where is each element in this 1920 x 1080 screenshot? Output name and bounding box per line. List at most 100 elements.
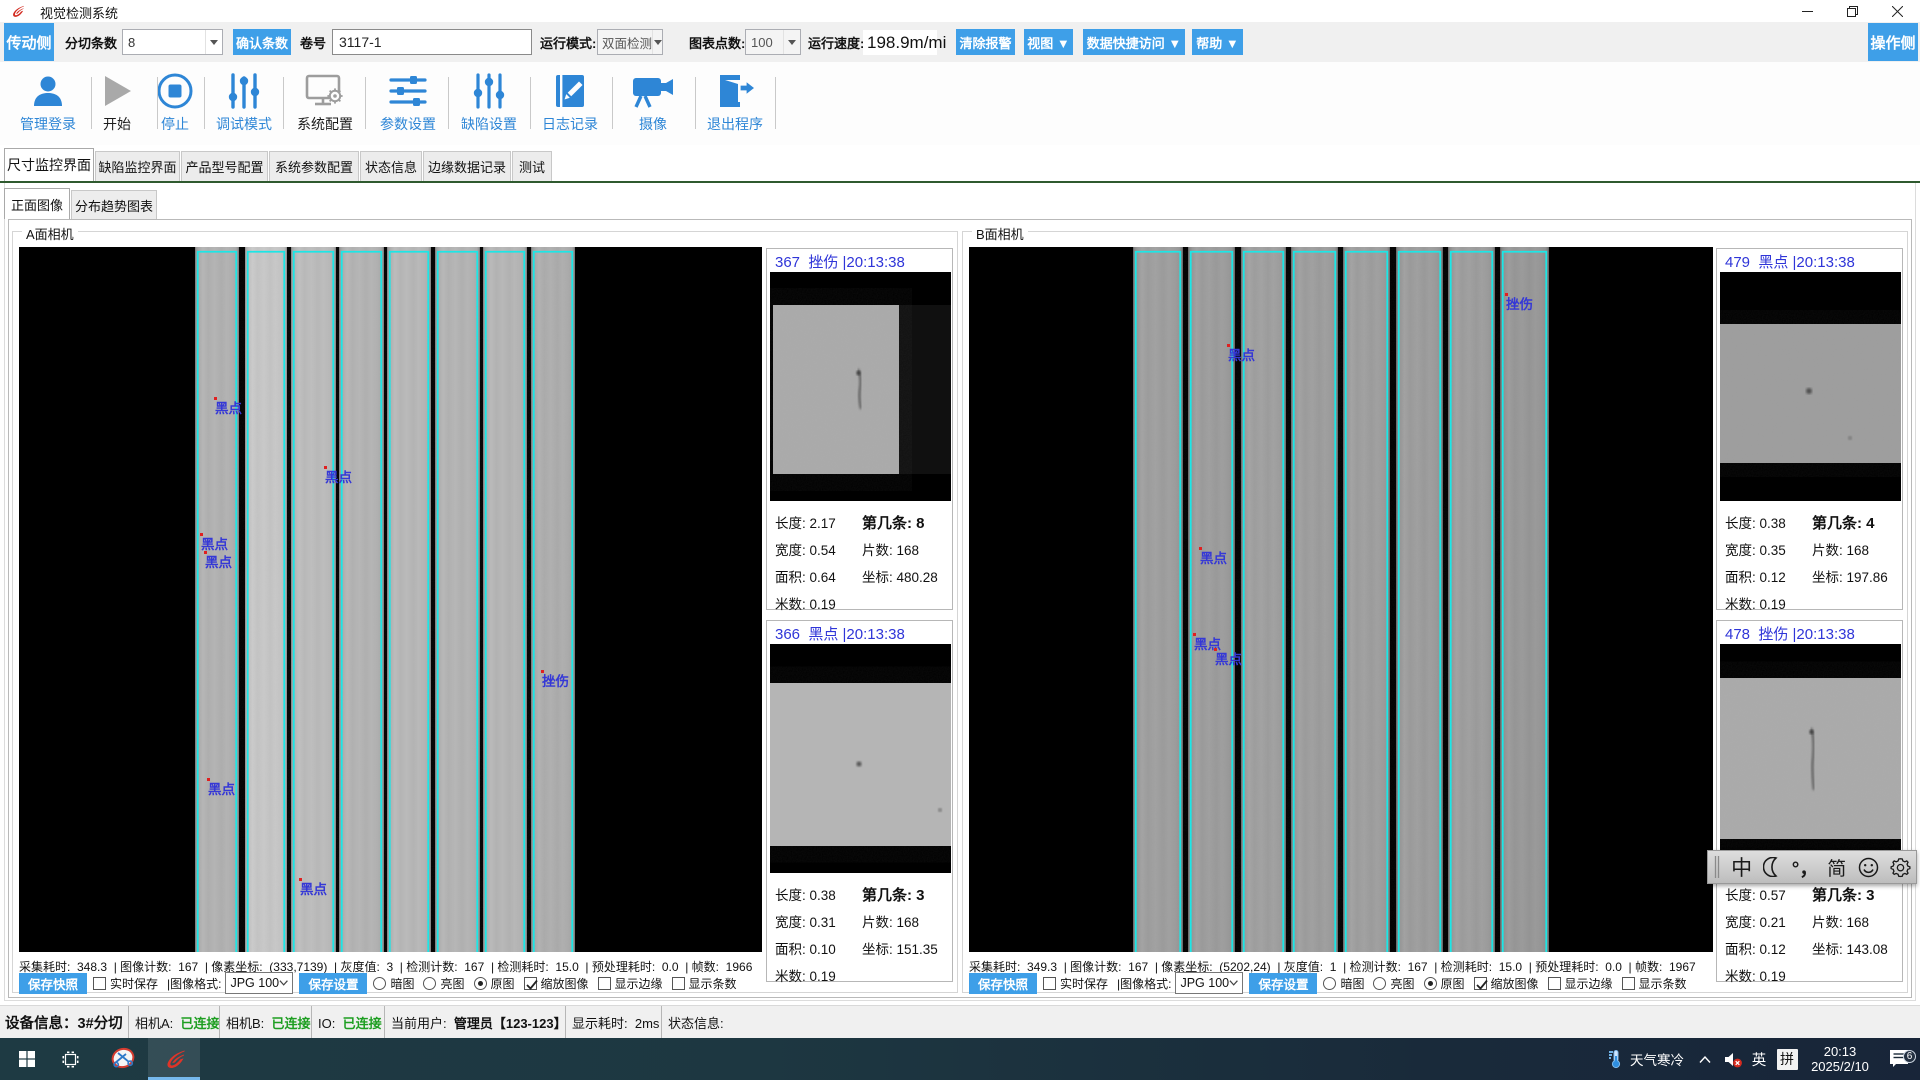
radio-0[interactable] [373, 977, 386, 990]
volume-muted-icon[interactable] [1720, 1051, 1746, 1068]
chart-points-value: 100 [746, 35, 783, 50]
main-tab-5[interactable]: 状态信息 [360, 151, 422, 181]
tray-expand-icon[interactable] [1690, 1056, 1720, 1063]
chevron-down-icon [205, 30, 222, 54]
restore-button[interactable] [1830, 0, 1875, 22]
image-format-select[interactable]: JPG 100 [1175, 972, 1243, 994]
debug-mode-icon [225, 70, 263, 112]
roll-number-input[interactable] [332, 29, 532, 55]
clock[interactable]: 20:132025/2/10 [1802, 1044, 1878, 1074]
main-tab-4[interactable]: 系统参数配置 [269, 151, 359, 181]
param-settings-icon [388, 70, 428, 112]
save-snapshot-button[interactable]: 保存快照 [969, 973, 1037, 994]
notification-center-icon[interactable]: 6 [1878, 1049, 1920, 1069]
stat-r2: 坐标: 480.28 [862, 566, 938, 586]
action-log-record[interactable]: 日志记录 [525, 70, 615, 134]
realtime-save-checkbox[interactable] [1043, 977, 1056, 990]
checkbox-1[interactable] [1548, 977, 1561, 990]
action-label: 开始 [103, 114, 131, 134]
main-tab-3[interactable]: 产品型号配置 [181, 151, 268, 181]
radio-1[interactable] [423, 977, 436, 990]
radio-2[interactable] [1424, 977, 1437, 990]
toolbar-separator [448, 77, 449, 129]
stat-0: 长度: 0.57 [1725, 884, 1786, 904]
run-mode-select[interactable]: 双面检测 [597, 29, 663, 55]
stat-r1: 片数: 168 [862, 911, 919, 931]
help-menu-button[interactable]: 帮助 ▼ [1192, 29, 1243, 55]
ime-chinese-mode[interactable]: 中 [1726, 851, 1758, 883]
checkbox-2[interactable] [672, 977, 685, 990]
action-param-settings[interactable]: 参数设置 [363, 70, 453, 134]
checkbox-2[interactable] [1622, 977, 1635, 990]
action-exit-program[interactable]: 退出程序 [690, 70, 780, 134]
ime-drag-handle[interactable] [1708, 851, 1726, 883]
ime-emoji-icon[interactable] [1853, 851, 1885, 883]
action-capture[interactable]: 摄像 [608, 70, 698, 134]
slit-count-select[interactable]: 8 [122, 29, 223, 55]
action-debug-mode[interactable]: 调试模式 [199, 70, 289, 134]
svg-text:挫伤: 挫伤 [1506, 296, 1533, 312]
defect-card[interactable]: 366 黑点 |20:13:38长度: 0.38宽度: 0.31面积: 0.10… [766, 620, 953, 982]
top-toolbar: 传动侧 分切条数 8 确认条数 卷号 运行模式: 双面检测 图表点数: 100 … [0, 22, 1920, 62]
weather-icon[interactable] [1602, 1049, 1628, 1069]
action-label: 调试模式 [216, 114, 272, 134]
operate-side-button[interactable]: 操作侧 [1868, 23, 1918, 61]
defect-card[interactable]: 479 黑点 |20:13:38长度: 0.38宽度: 0.35面积: 0.12… [1716, 248, 1903, 610]
action-label: 停止 [161, 114, 189, 134]
view-menu-button[interactable]: 视图 ▼ [1024, 29, 1073, 55]
start-button[interactable] [10, 1038, 44, 1080]
main-tab-7[interactable]: 测试 [512, 151, 552, 181]
ime-punctuation-mode[interactable]: °， [1789, 851, 1821, 883]
radio-2[interactable] [474, 977, 487, 990]
clear-alarm-button[interactable]: 清除报警 [956, 29, 1015, 55]
snipping-app-icon[interactable] [104, 1038, 142, 1080]
active-app-button[interactable] [148, 1038, 200, 1080]
ime-fullhalf-moon-icon[interactable] [1758, 851, 1790, 883]
defect-card[interactable]: 478 挫伤 |20:13:38长度: 0.57宽度: 0.21面积: 0.12… [1716, 620, 1903, 982]
sub-tab-2[interactable]: 分布趋势图表 [71, 190, 157, 219]
main-tab-6[interactable]: 边缘数据记录 [423, 151, 511, 181]
camera-image[interactable]: 挫伤黑点黑点黑点黑点 [969, 247, 1713, 952]
save-snapshot-button[interactable]: 保存快照 [19, 973, 87, 994]
stat-r0: 第几条: 3 [1812, 884, 1875, 905]
main-tab-2[interactable]: 缺陷监控界面 [95, 151, 180, 181]
drive-side-button[interactable]: 传动侧 [4, 23, 54, 61]
svg-text:黑点: 黑点 [300, 881, 327, 897]
task-view-button[interactable] [56, 1038, 84, 1080]
data-access-menu-button[interactable]: 数据快捷访问 ▼ [1083, 29, 1185, 55]
realtime-save-checkbox[interactable] [93, 977, 106, 990]
chart-points-select[interactable]: 100 [745, 29, 801, 55]
weather-text[interactable]: 天气寒冷 [1628, 1049, 1690, 1069]
checkbox-0[interactable] [1474, 977, 1487, 990]
ime-pinyin-indicator[interactable]: 拼 [1772, 1049, 1802, 1070]
screen: 视觉检测系统 传动侧 分切条数 8 确认条数 卷号 运行模式: 双面检测 [0, 0, 1920, 1080]
checkbox-0[interactable] [524, 977, 537, 990]
stat-3: 米数: 0.19 [775, 593, 836, 613]
chevron-down-icon [652, 30, 662, 54]
main-tab-1[interactable]: 尺寸监控界面 [4, 148, 94, 181]
radio-0[interactable] [1323, 977, 1336, 990]
checkbox-1[interactable] [598, 977, 611, 990]
roll-number-label: 卷号 [300, 22, 326, 62]
action-defect-settings[interactable]: 缺陷设置 [444, 70, 534, 134]
toolbar-separator [157, 77, 158, 129]
image-format-select[interactable]: JPG 100 [225, 972, 293, 994]
panel-title: A面相机 [22, 224, 78, 243]
radio-1[interactable] [1373, 977, 1386, 990]
minimize-button[interactable] [1785, 0, 1830, 22]
ime-settings-gear-icon[interactable] [1884, 851, 1916, 883]
checkbox-label: 显示边缘 [1565, 975, 1613, 992]
app-logo-icon [9, 3, 26, 20]
ime-simplified-mode[interactable]: 简 [1821, 851, 1853, 883]
defect-card[interactable]: 367 挫伤 |20:13:38长度: 2.17宽度: 0.54面积: 0.64… [766, 248, 953, 610]
save-settings-button[interactable]: 保存设置 [299, 973, 367, 994]
ime-language-indicator[interactable]: 英 [1746, 1049, 1772, 1070]
action-system-config[interactable]: 系统配置 [280, 70, 370, 134]
close-button[interactable] [1875, 0, 1920, 22]
camera-image[interactable]: 黑点黑点黑点黑点挫伤黑点黑点 [19, 247, 762, 952]
confirm-count-button[interactable]: 确认条数 [233, 29, 291, 55]
sub-tab-1[interactable]: 正面图像 [4, 188, 70, 219]
save-settings-button[interactable]: 保存设置 [1249, 973, 1317, 994]
checkbox-label: 显示条数 [1639, 975, 1687, 992]
stat-1: 宽度: 0.35 [1725, 539, 1786, 559]
